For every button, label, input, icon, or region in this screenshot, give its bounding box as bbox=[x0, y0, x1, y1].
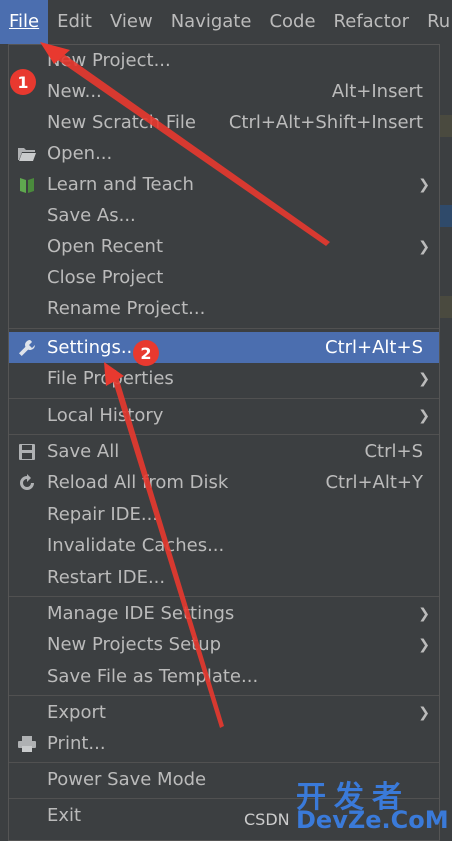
menu-item-label: Open... bbox=[47, 143, 113, 164]
menu-item-save-all[interactable]: Save All Ctrl+S bbox=[9, 436, 439, 467]
menu-separator bbox=[9, 398, 439, 399]
menu-separator bbox=[9, 434, 439, 435]
menu-item-new-scratch-file[interactable]: New Scratch File Ctrl+Alt+Shift+Insert bbox=[9, 107, 439, 138]
wrench-icon bbox=[16, 337, 38, 359]
submenu-arrow-icon: ❯ bbox=[418, 407, 430, 424]
menu-item-close-project[interactable]: Close Project bbox=[9, 262, 439, 293]
menu-item-manage-ide-settings[interactable]: Manage IDE Settings ❯ bbox=[9, 598, 439, 629]
menu-item-shortcut: Ctrl+Alt+Shift+Insert bbox=[228, 112, 423, 133]
menu-bar: File Edit View Navigate Code Refactor Ru bbox=[0, 0, 452, 44]
menu-refactor-label: Refactor bbox=[333, 11, 410, 32]
menu-refactor[interactable]: Refactor bbox=[325, 0, 419, 44]
printer-icon bbox=[16, 733, 38, 755]
menu-item-shortcut: Alt+Insert bbox=[331, 81, 423, 102]
menu-item-file-properties[interactable]: File Properties ❯ bbox=[9, 363, 439, 394]
menu-item-repair-ide[interactable]: Repair IDE... bbox=[9, 499, 439, 530]
menu-item-settings[interactable]: Settings... Ctrl+Alt+S bbox=[9, 332, 439, 363]
menu-item-open-recent[interactable]: Open Recent ❯ bbox=[9, 231, 439, 262]
menu-item-label: File Properties bbox=[47, 368, 174, 389]
editor-background-strip bbox=[438, 296, 452, 318]
menu-item-label: Restart IDE... bbox=[47, 567, 166, 588]
menu-item-label: Settings... bbox=[47, 337, 138, 358]
menu-item-label: New Projects Setup bbox=[47, 634, 222, 655]
editor-background-strip bbox=[438, 115, 452, 137]
menu-view[interactable]: View bbox=[101, 0, 162, 44]
menu-item-open[interactable]: Open... bbox=[9, 138, 439, 169]
menu-item-shortcut: Ctrl+S bbox=[364, 441, 423, 462]
menu-item-learn-and-teach[interactable]: Learn and Teach ❯ bbox=[9, 169, 439, 200]
watermark-csdn: CSDN bbox=[244, 810, 290, 829]
submenu-arrow-icon: ❯ bbox=[418, 238, 430, 255]
menu-run-label: Ru bbox=[427, 11, 451, 32]
menu-item-new[interactable]: New... Alt+Insert bbox=[9, 76, 439, 107]
menu-separator bbox=[9, 596, 439, 597]
menu-file-label: File bbox=[9, 11, 40, 32]
menu-item-invalidate-caches[interactable]: Invalidate Caches... bbox=[9, 530, 439, 561]
menu-edit[interactable]: Edit bbox=[48, 0, 101, 44]
editor-background-strip bbox=[438, 205, 452, 227]
menu-separator bbox=[9, 695, 439, 696]
menu-navigate[interactable]: Navigate bbox=[162, 0, 261, 44]
reload-icon bbox=[16, 472, 38, 494]
menu-item-label: Reload All from Disk bbox=[47, 472, 229, 493]
save-icon bbox=[16, 441, 38, 463]
menu-item-label: Save File as Template... bbox=[47, 666, 259, 687]
menu-item-label: Invalidate Caches... bbox=[47, 535, 225, 556]
menu-item-label: Local History bbox=[47, 405, 164, 426]
menu-item-label: New Project... bbox=[47, 50, 171, 71]
menu-item-new-project[interactable]: New Project... bbox=[9, 45, 439, 76]
menu-edit-label: Edit bbox=[57, 11, 92, 32]
annotation-badge-1: 1 bbox=[10, 69, 36, 95]
menu-item-label: Open Recent bbox=[47, 236, 164, 257]
menu-separator bbox=[9, 328, 439, 329]
menu-run[interactable]: Ru bbox=[418, 0, 450, 44]
menu-code-label: Code bbox=[269, 11, 316, 32]
menu-item-save-file-as-template[interactable]: Save File as Template... bbox=[9, 661, 439, 692]
menu-item-restart-ide[interactable]: Restart IDE... bbox=[9, 562, 439, 593]
menu-file[interactable]: File bbox=[0, 0, 49, 44]
menu-item-label: Close Project bbox=[47, 267, 164, 288]
submenu-arrow-icon: ❯ bbox=[418, 370, 430, 387]
submenu-arrow-icon: ❯ bbox=[418, 704, 430, 721]
folder-icon bbox=[16, 143, 38, 165]
menu-item-label: Exit bbox=[47, 805, 82, 826]
menu-item-label: Print... bbox=[47, 733, 106, 754]
menu-item-reload-all-from-disk[interactable]: Reload All from Disk Ctrl+Alt+Y bbox=[9, 467, 439, 498]
menu-item-label: Save All bbox=[47, 441, 120, 462]
watermark-site: DevZe.CoM bbox=[296, 806, 449, 834]
menu-item-save-as[interactable]: Save As... bbox=[9, 200, 439, 231]
book-icon bbox=[16, 174, 38, 196]
menu-item-shortcut: Ctrl+Alt+S bbox=[325, 337, 423, 358]
file-menu-dropdown: New Project... New... Alt+Insert New Scr… bbox=[8, 44, 440, 841]
menu-item-rename-project[interactable]: Rename Project... bbox=[9, 293, 439, 324]
menu-item-label: Export bbox=[47, 702, 106, 723]
menu-navigate-label: Navigate bbox=[170, 11, 252, 32]
menu-item-label: New... bbox=[47, 81, 102, 102]
menu-item-label: Manage IDE Settings bbox=[47, 603, 235, 624]
menu-view-label: View bbox=[109, 11, 153, 32]
menu-item-label: New Scratch File bbox=[47, 112, 196, 133]
submenu-arrow-icon: ❯ bbox=[418, 605, 430, 622]
submenu-arrow-icon: ❯ bbox=[418, 176, 430, 193]
menu-item-local-history[interactable]: Local History ❯ bbox=[9, 400, 439, 431]
menu-item-new-projects-setup[interactable]: New Projects Setup ❯ bbox=[9, 629, 439, 660]
menu-item-label: Repair IDE... bbox=[47, 504, 159, 525]
menu-separator bbox=[9, 762, 439, 763]
menu-item-label: Rename Project... bbox=[47, 298, 206, 319]
menu-item-print[interactable]: Print... bbox=[9, 728, 439, 759]
menu-item-label: Save As... bbox=[47, 205, 136, 226]
submenu-arrow-icon: ❯ bbox=[418, 636, 430, 653]
menu-item-label: Power Save Mode bbox=[47, 769, 207, 790]
annotation-badge-2: 2 bbox=[133, 340, 159, 366]
menu-item-label: Learn and Teach bbox=[47, 174, 194, 195]
menu-item-shortcut: Ctrl+Alt+Y bbox=[325, 472, 423, 493]
menu-code[interactable]: Code bbox=[260, 0, 324, 44]
menu-item-export[interactable]: Export ❯ bbox=[9, 697, 439, 728]
